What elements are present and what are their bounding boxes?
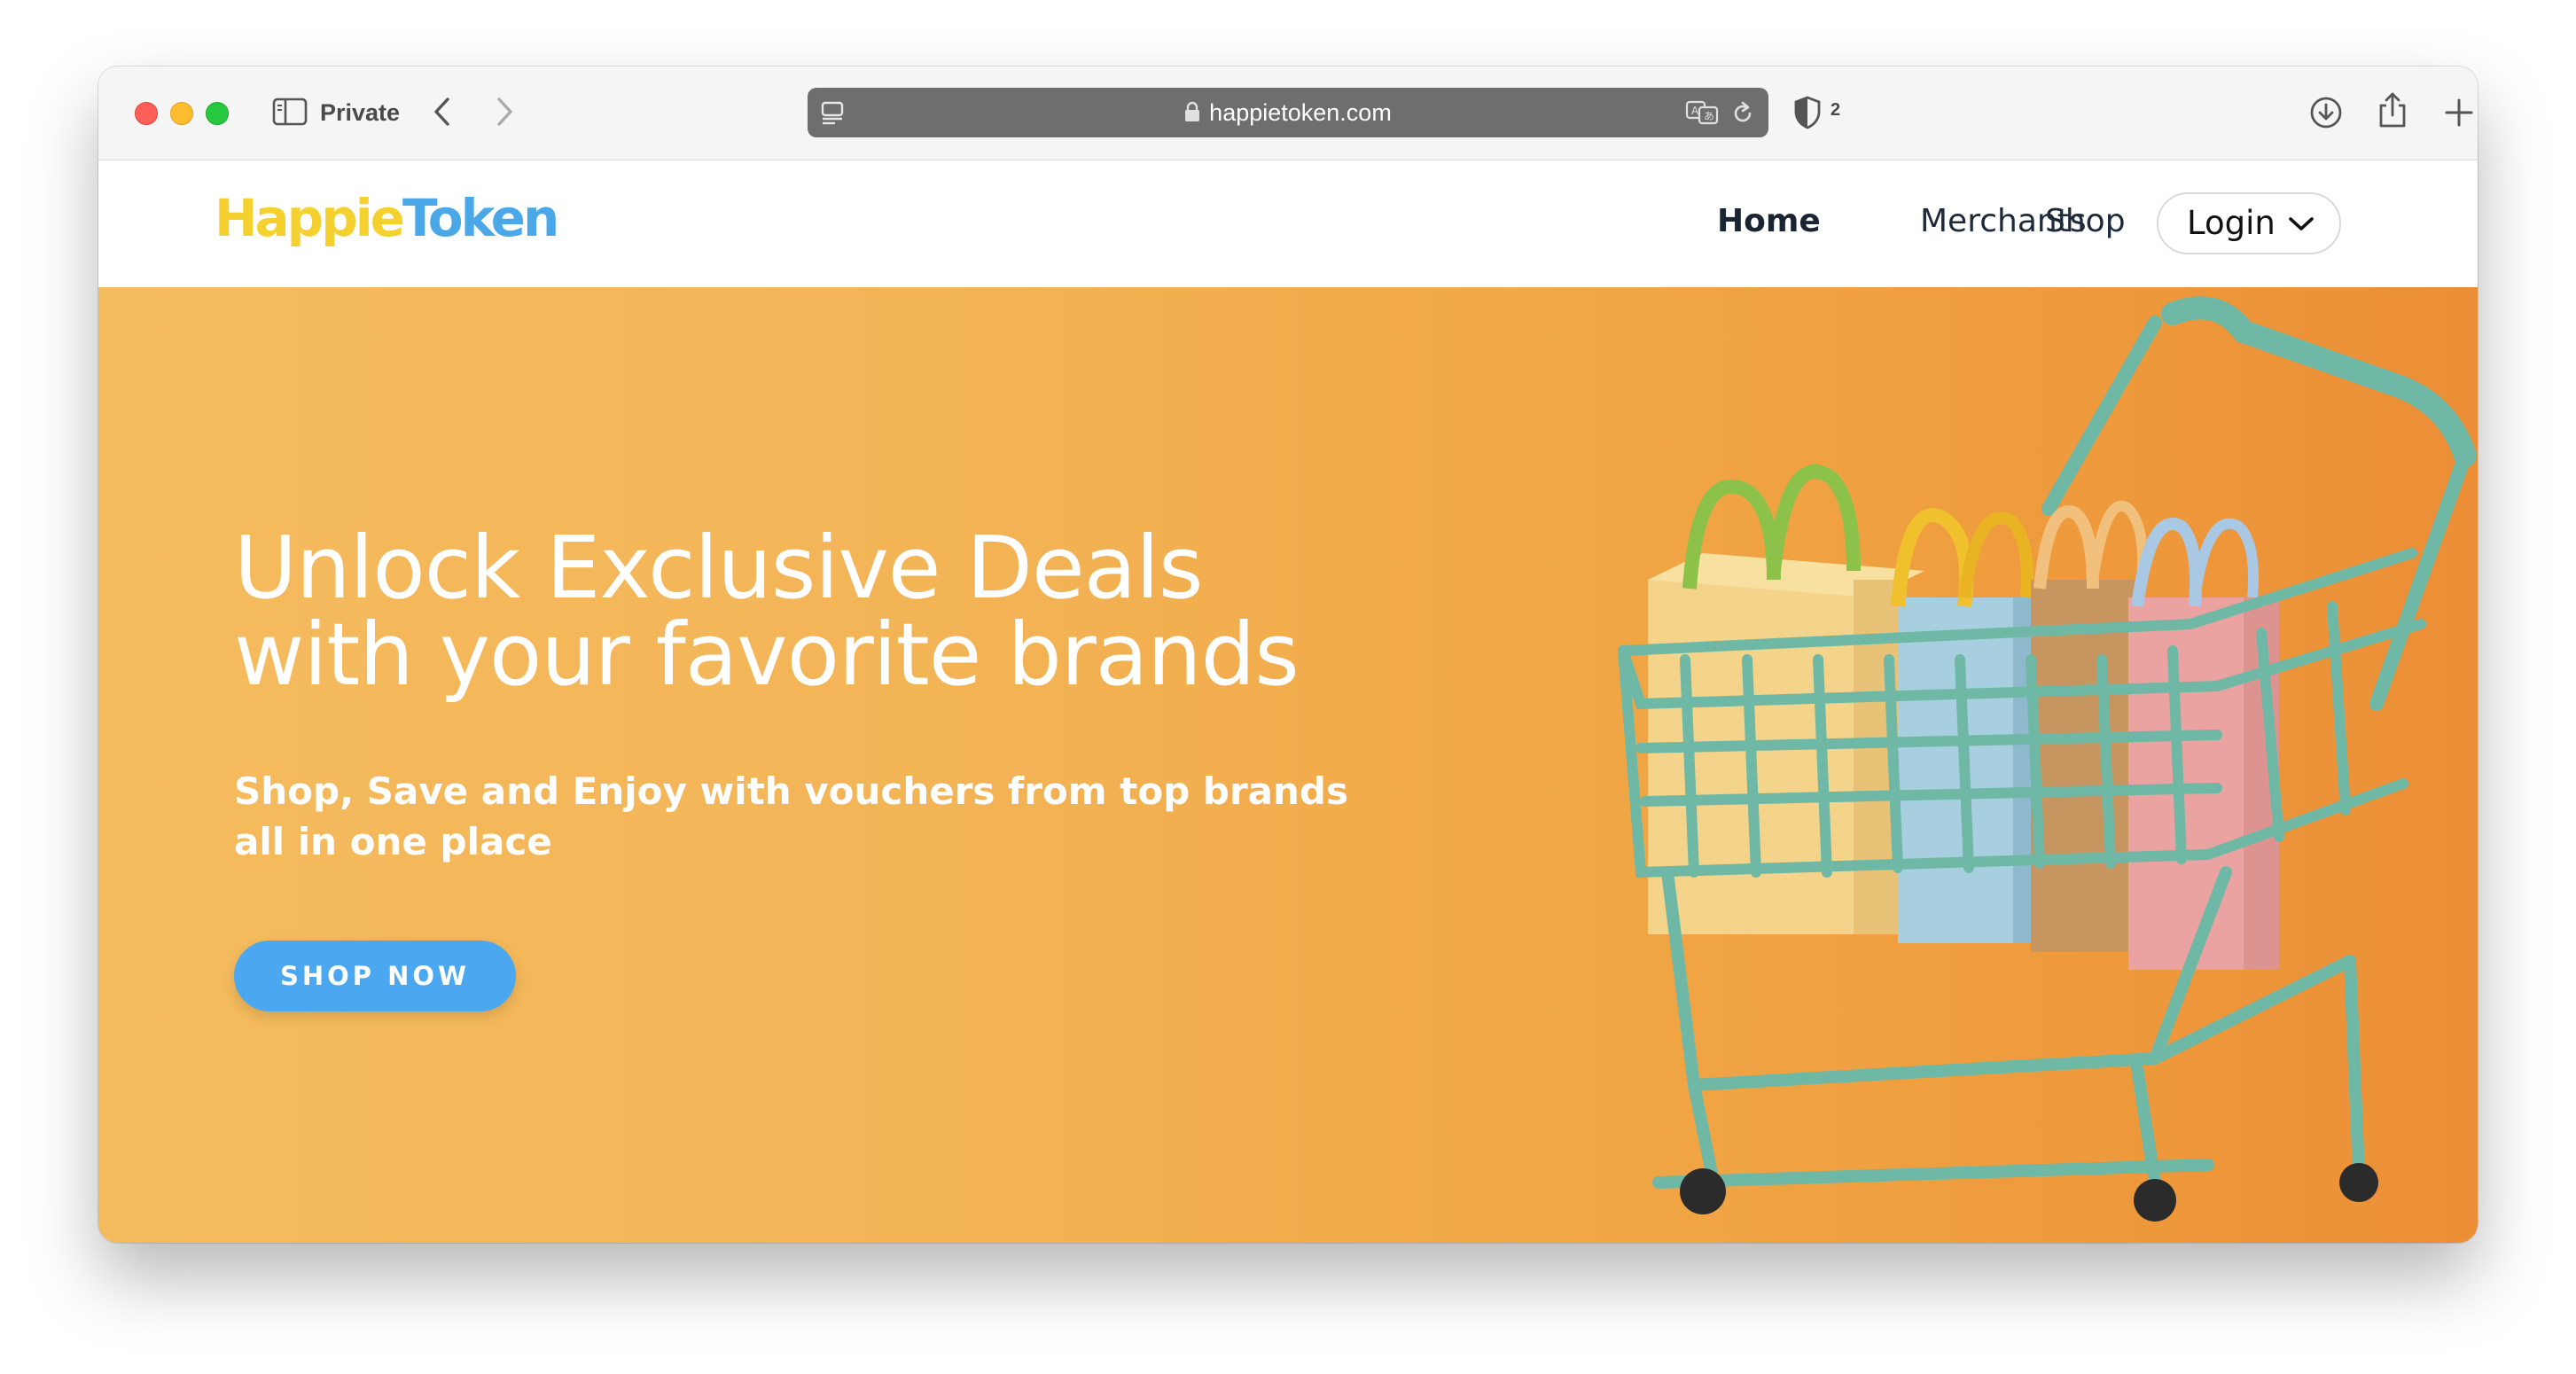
close-window-button[interactable] [135, 102, 158, 125]
translate-icon[interactable]: A あ [1685, 98, 1721, 127]
hero-title: Unlock Exclusive Deals with your favorit… [234, 525, 1475, 699]
logo-happie: Happie [215, 188, 405, 248]
plus-icon[interactable] [2444, 98, 2474, 128]
svg-text:あ: あ [1704, 110, 1714, 122]
site-logo[interactable]: HappieToken [215, 187, 559, 249]
hero-title-line-1: Unlock Exclusive Deals [234, 518, 1204, 618]
url-text[interactable]: happietoken.com [808, 88, 1768, 137]
lock-icon [1184, 101, 1200, 122]
zoom-window-button[interactable] [206, 102, 229, 125]
nav-home-link[interactable]: Home [1717, 199, 1821, 244]
url-label: happietoken.com [1209, 99, 1392, 126]
browser-toolbar: Private happietoken.com A あ 2 [98, 66, 2478, 160]
shield-icon[interactable] [1793, 96, 1822, 129]
reload-icon[interactable] [1729, 100, 1756, 127]
shop-now-button[interactable]: SHOP NOW [234, 941, 516, 1011]
chevron-right-icon[interactable] [494, 96, 515, 128]
login-dropdown-button[interactable]: Login [2157, 192, 2341, 254]
private-label: Private [320, 99, 401, 126]
sidebar-icon[interactable] [272, 98, 308, 126]
hero-title-line-2: with your favorite brands [234, 605, 1300, 705]
logo-token: Token [402, 188, 559, 248]
site-header: HappieToken Home Merchants Shop Login [98, 160, 2478, 287]
share-icon[interactable] [2377, 90, 2408, 129]
nav-shop-link[interactable]: Shop [2045, 199, 2126, 244]
browser-window: Private happietoken.com A あ 2 HappieToke… [98, 66, 2478, 1243]
hero-section: Unlock Exclusive Deals with your favorit… [98, 287, 2478, 1243]
login-label: Login [2187, 204, 2275, 242]
download-icon[interactable] [2309, 96, 2343, 129]
chevron-down-icon [2288, 215, 2314, 237]
tracker-count: 2 [1831, 100, 1841, 120]
minimize-window-button[interactable] [170, 102, 193, 125]
hero-subtitle: Shop, Save and Enjoy with vouchers from … [234, 769, 1348, 863]
address-bar[interactable]: happietoken.com A あ [808, 88, 1768, 137]
shopping-cart-image [1481, 287, 2478, 1243]
svg-text:A: A [1691, 105, 1699, 117]
chevron-left-icon[interactable] [432, 96, 453, 128]
